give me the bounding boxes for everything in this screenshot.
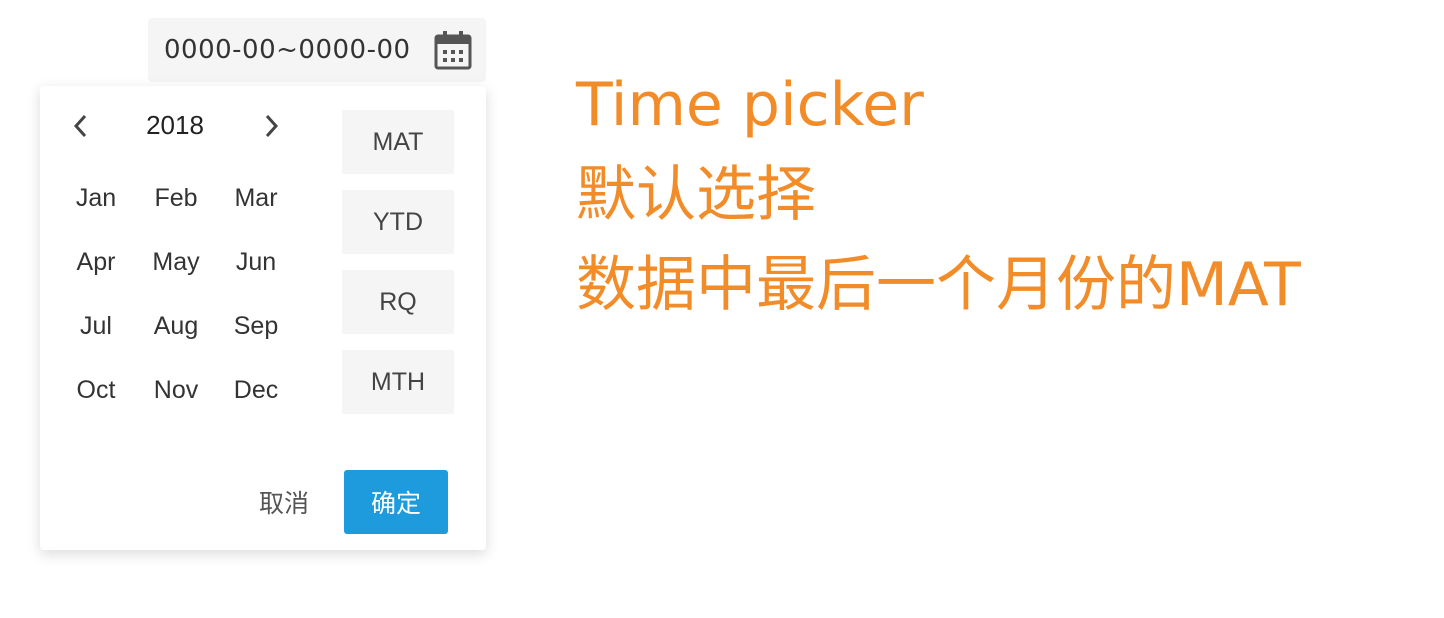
year-label: 2018 bbox=[146, 110, 204, 140]
date-range-value: 0000-00~0000-00 bbox=[164, 35, 411, 65]
annotation-line-default: 默认选择 bbox=[576, 160, 816, 230]
month-sep[interactable]: Sep bbox=[216, 294, 296, 358]
prev-year-button[interactable] bbox=[62, 108, 98, 144]
month-picker-panel: 2018 Jan Feb Mar Apr May Jun Jul Aug Sep… bbox=[40, 86, 486, 550]
period-ytd-button[interactable]: YTD bbox=[342, 190, 454, 254]
date-range-input[interactable]: 0000-00~0000-00 bbox=[148, 18, 486, 82]
month-jun[interactable]: Jun bbox=[216, 230, 296, 294]
period-mat-button[interactable]: MAT bbox=[342, 110, 454, 174]
annotation-note: Time picker 默认选择 数据中最后一个月份的MAT bbox=[576, 60, 1301, 330]
calendar-icon[interactable] bbox=[434, 30, 472, 70]
month-oct[interactable]: Oct bbox=[56, 358, 136, 422]
month-jul[interactable]: Jul bbox=[56, 294, 136, 358]
month-feb[interactable]: Feb bbox=[136, 166, 216, 230]
month-mar[interactable]: Mar bbox=[216, 166, 296, 230]
month-grid: Jan Feb Mar Apr May Jun Jul Aug Sep Oct … bbox=[56, 166, 296, 422]
month-nov[interactable]: Nov bbox=[136, 358, 216, 422]
period-options: MAT YTD RQ MTH bbox=[342, 110, 454, 430]
month-dec[interactable]: Dec bbox=[216, 358, 296, 422]
month-may[interactable]: May bbox=[136, 230, 216, 294]
annotation-line-title: Time picker bbox=[576, 70, 924, 140]
month-jan[interactable]: Jan bbox=[56, 166, 136, 230]
period-rq-button[interactable]: RQ bbox=[342, 270, 454, 334]
cancel-button[interactable]: 取消 bbox=[250, 470, 318, 534]
next-year-button[interactable] bbox=[254, 108, 290, 144]
annotation-line-detail: 数据中最后一个月份的MAT bbox=[576, 250, 1301, 320]
page: 0000-00~0000-00 2018 Jan Feb Mar Apr May… bbox=[0, 0, 1444, 618]
chevron-left-icon bbox=[73, 114, 87, 138]
period-mth-button[interactable]: MTH bbox=[342, 350, 454, 414]
month-apr[interactable]: Apr bbox=[56, 230, 136, 294]
chevron-right-icon bbox=[265, 114, 279, 138]
confirm-button[interactable]: 确定 bbox=[344, 470, 448, 534]
month-aug[interactable]: Aug bbox=[136, 294, 216, 358]
